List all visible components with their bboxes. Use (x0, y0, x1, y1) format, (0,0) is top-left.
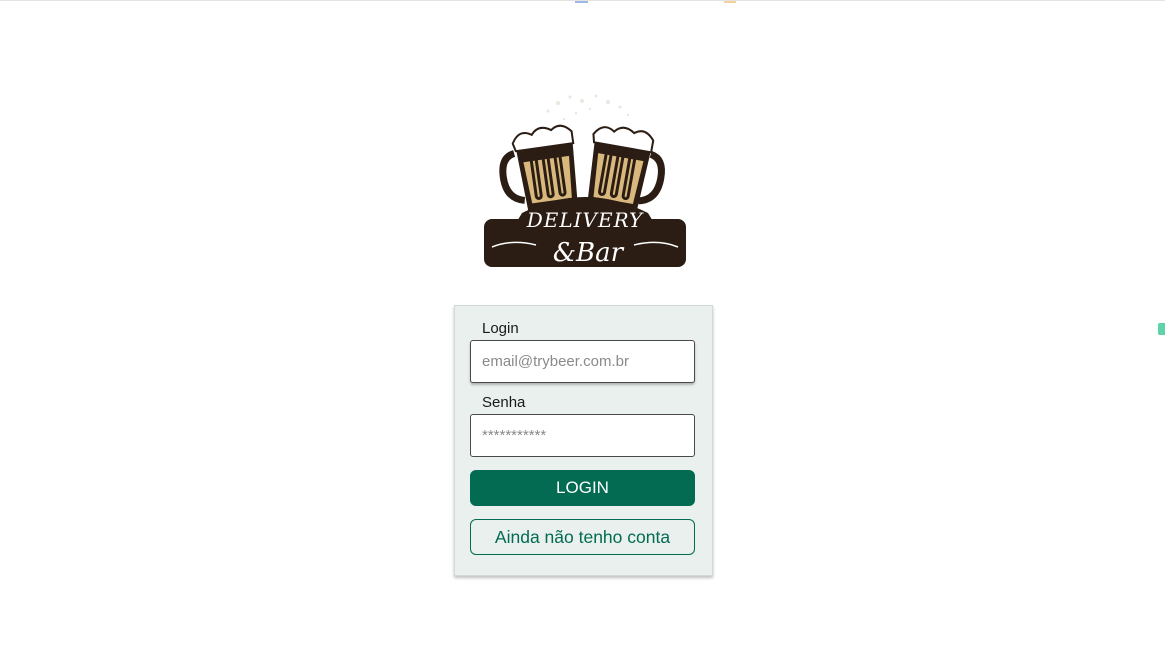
register-button[interactable]: Ainda não tenho conta (470, 519, 695, 555)
password-input[interactable] (470, 414, 695, 457)
side-tab-handle[interactable] (1158, 323, 1165, 335)
logo-text-bar: &Bar (553, 238, 625, 268)
login-button[interactable]: LOGIN (470, 470, 695, 506)
login-page: DELIVERY &Bar Login Senha LOGIN Ainda nã… (0, 0, 1165, 655)
foam-splash-icon (546, 94, 630, 121)
decorative-mark (724, 1, 736, 3)
login-label: Login (482, 320, 519, 337)
logo-text-delivery: DELIVERY (526, 208, 644, 232)
login-card: Login Senha LOGIN Ainda não tenho conta (454, 305, 713, 576)
decorative-mark (575, 1, 588, 3)
delivery-bar-logo: DELIVERY &Bar (484, 94, 686, 268)
password-label: Senha (482, 394, 526, 411)
email-input[interactable] (470, 340, 695, 383)
